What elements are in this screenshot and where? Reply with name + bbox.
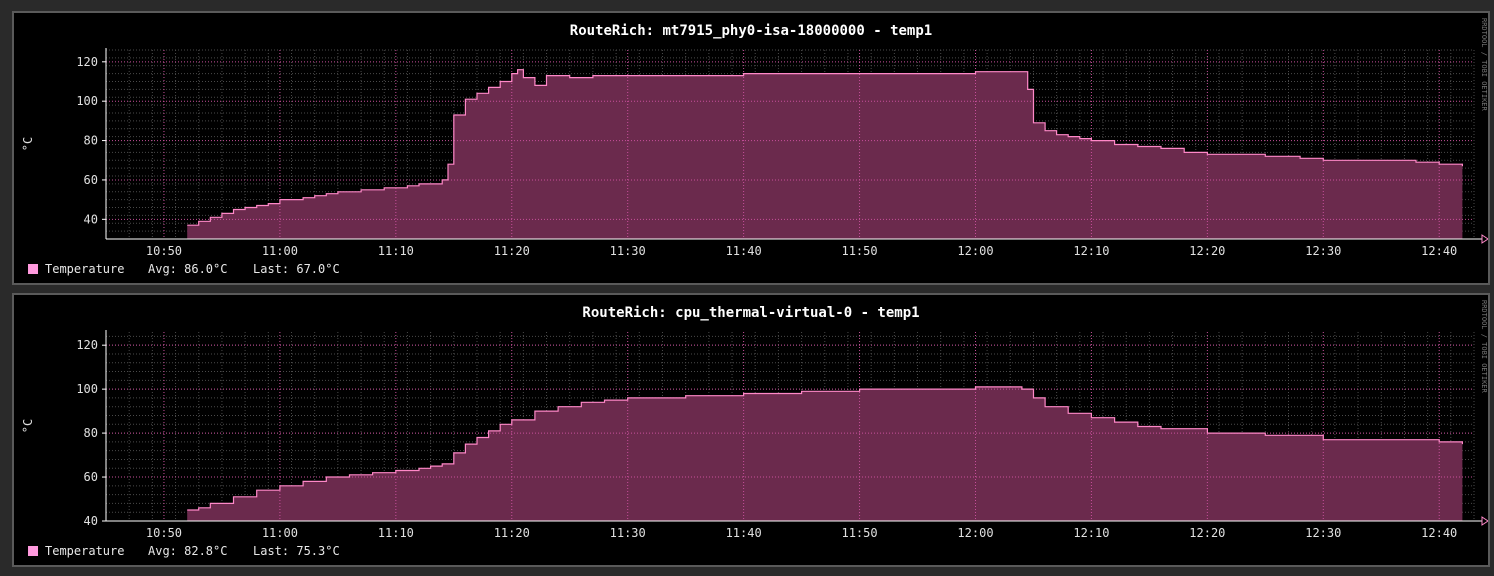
x-tick-label: 11:40 [726,244,762,258]
x-tick-label: 11:30 [610,526,646,540]
y-tick-label: 80 [84,426,98,440]
y-tick-label: 60 [84,173,98,187]
legend-label: Temperature [45,262,124,276]
x-tick-label: 12:30 [1305,244,1341,258]
x-tick-label: 11:20 [494,244,530,258]
chart-svg-cpu-thermal: RouteRich: cpu_thermal-virtual-0 - temp1… [21,300,1488,558]
x-tick-label: 11:10 [378,244,414,258]
y-axis-label: °C [21,137,35,151]
temperature-area [187,69,1463,239]
y-tick-label: 100 [76,94,98,108]
y-tick-label: 120 [76,55,98,69]
legend-label: Temperature [45,544,124,558]
x-tick-label: 11:20 [494,526,530,540]
x-tick-label: 12:20 [1189,526,1225,540]
chart-title: RouteRich: cpu_thermal-virtual-0 - temp1 [582,305,919,321]
y-tick-label: 40 [84,212,98,226]
rrdtool-watermark: RRDTOOL / TOBI OETIKER [1480,300,1488,394]
legend-last: Last: 67.0°C [253,262,340,276]
chart-title: RouteRich: mt7915_phy0-isa-18000000 - te… [570,23,932,39]
chart-panel-cpu-thermal: RouteRich: cpu_thermal-virtual-0 - temp1… [12,293,1490,567]
x-tick-label: 12:30 [1305,526,1341,540]
chart-panel-phy0: RouteRich: mt7915_phy0-isa-18000000 - te… [12,11,1490,285]
x-tick-label: 12:10 [1073,526,1109,540]
x-tick-label: 12:40 [1421,526,1457,540]
x-tick-label: 12:00 [957,526,993,540]
x-tick-label: 10:50 [146,244,182,258]
y-axis-label: °C [21,419,35,433]
x-tick-label: 11:10 [378,526,414,540]
x-tick-label: 11:30 [610,244,646,258]
rrdtool-watermark: RRDTOOL / TOBI OETIKER [1480,18,1488,112]
y-tick-label: 120 [76,338,98,352]
x-tick-label: 12:00 [957,244,993,258]
x-axis-arrow [1481,234,1488,244]
legend-avg: Avg: 86.0°C [148,262,227,276]
x-tick-label: 12:20 [1189,244,1225,258]
y-tick-label: 60 [84,470,98,484]
legend-swatch [28,264,38,274]
y-tick-label: 80 [84,134,98,148]
x-tick-label: 11:40 [726,526,762,540]
x-tick-label: 10:50 [146,526,182,540]
y-tick-label: 40 [84,514,98,528]
legend-avg: Avg: 82.8°C [148,544,227,558]
x-tick-label: 11:00 [262,526,298,540]
x-tick-label: 11:50 [841,244,877,258]
y-tick-label: 100 [76,382,98,396]
x-axis-arrow [1481,516,1488,526]
chart-svg-phy0: RouteRich: mt7915_phy0-isa-18000000 - te… [21,18,1488,276]
x-tick-label: 12:40 [1421,244,1457,258]
x-tick-label: 11:50 [841,526,877,540]
x-tick-label: 12:10 [1073,244,1109,258]
legend-swatch [28,546,38,556]
temperature-area [187,386,1463,521]
legend-last: Last: 75.3°C [253,544,340,558]
x-tick-label: 11:00 [262,244,298,258]
